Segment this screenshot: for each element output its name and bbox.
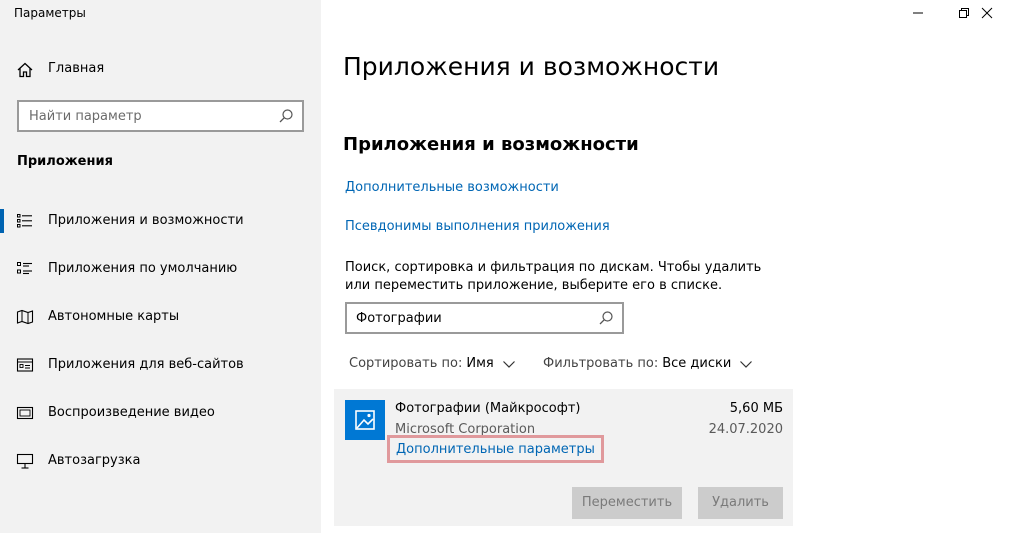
video-playback-icon: [16, 406, 34, 420]
sort-value: Имя: [466, 356, 494, 371]
sidebar-item-apps-features[interactable]: Приложения и возможности: [0, 203, 321, 239]
close-icon: [981, 7, 993, 19]
app-search-input[interactable]: [356, 309, 591, 327]
filter-dropdown[interactable]: Фильтровать по: Все диски: [543, 356, 753, 371]
apps-features-icon: [17, 214, 32, 228]
sidebar-item-label: Автозагрузка: [48, 453, 141, 468]
section-title: Приложения и возможности: [343, 134, 639, 155]
sidebar-item-label: Приложения и возможности: [48, 213, 244, 228]
app-aliases-link[interactable]: Псевдонимы выполнения приложения: [345, 219, 610, 234]
chevron-down-icon: [740, 360, 753, 368]
main-content: Приложения и возможности Приложения и во…: [321, 0, 1010, 533]
advanced-options-link[interactable]: Дополнительные параметры: [387, 435, 604, 463]
sort-dropdown[interactable]: Сортировать по: Имя: [349, 356, 516, 371]
home-icon: [17, 62, 33, 78]
sidebar-item-label: Приложения по умолчанию: [48, 261, 238, 276]
window-title: Параметры: [14, 6, 86, 20]
search-description: Поиск, сортировка и фильтрация по дискам…: [345, 260, 762, 293]
filter-value: Все диски: [662, 356, 732, 371]
search-icon[interactable]: [598, 310, 614, 326]
startup-icon: [16, 453, 34, 469]
offline-maps-icon: [16, 309, 34, 325]
optional-features-link[interactable]: Дополнительные возможности: [345, 180, 559, 195]
apps-for-websites-icon: [16, 358, 34, 372]
search-icon[interactable]: [278, 108, 294, 124]
sort-label: Сортировать по:: [349, 356, 463, 371]
chevron-down-icon: [502, 360, 515, 368]
sidebar-item-startup[interactable]: Автозагрузка: [0, 443, 321, 479]
sidebar-home-label: Главная: [48, 61, 105, 76]
sidebar-item-default-apps[interactable]: Приложения по умолчанию: [0, 251, 321, 287]
settings-search-box[interactable]: [17, 100, 304, 132]
minimize-icon: [913, 12, 923, 14]
settings-search-input[interactable]: [29, 107, 269, 125]
sidebar-item-apps-for-websites[interactable]: Приложения для веб-сайтов: [0, 347, 321, 383]
app-list-item[interactable]: Фотографии (Майкрософт) Microsoft Corpor…: [334, 389, 793, 526]
sidebar-section-title: Приложения: [17, 154, 113, 169]
sidebar-item-label: Приложения для веб-сайтов: [48, 357, 244, 372]
app-size: 5,60 МБ: [729, 401, 783, 416]
sidebar-item-video-playback[interactable]: Воспроизведение видео: [0, 395, 321, 431]
move-button[interactable]: Переместить: [572, 487, 682, 519]
app-name: Фотографии (Майкрософт): [395, 401, 581, 416]
page-title: Приложения и возможности: [343, 52, 720, 81]
minimize-button[interactable]: [895, 0, 941, 26]
photos-app-icon: [345, 400, 385, 440]
default-apps-icon: [17, 262, 32, 275]
sidebar: Параметры Главная Приложения Приложения …: [0, 0, 321, 533]
app-install-date: 24.07.2020: [708, 422, 783, 437]
app-search-box[interactable]: [345, 302, 624, 334]
sidebar-item-offline-maps[interactable]: Автономные карты: [0, 299, 321, 335]
sidebar-item-label: Воспроизведение видео: [48, 405, 215, 420]
filter-label: Фильтровать по:: [543, 356, 659, 371]
uninstall-button[interactable]: Удалить: [698, 487, 783, 519]
sidebar-item-label: Автономные карты: [48, 309, 180, 324]
active-marker: [0, 209, 4, 233]
sidebar-home[interactable]: Главная: [0, 56, 321, 84]
close-button[interactable]: [964, 0, 1010, 26]
